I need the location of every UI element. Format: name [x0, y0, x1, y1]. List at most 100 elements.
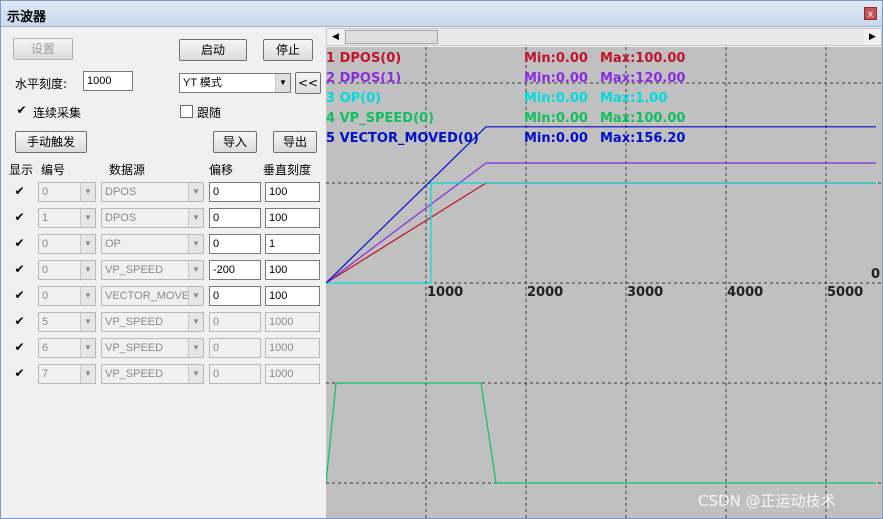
chevron-down-icon: ▼ — [80, 261, 95, 279]
channel-show-checkbox[interactable]: ✔ — [13, 341, 26, 354]
scroll-right-icon[interactable]: ▶ — [864, 29, 881, 45]
mode-select[interactable]: YT 模式 ▼ — [179, 73, 291, 93]
x-tick-label: 0 — [871, 267, 880, 282]
scope-scrollbar[interactable]: ◀ ▶ — [326, 28, 882, 46]
chevron-down-icon: ▼ — [80, 209, 95, 227]
settings-button[interactable]: 设置 — [13, 38, 73, 60]
channel-number-value: 0 — [42, 264, 49, 276]
horizontal-scale-input[interactable]: 1000 — [83, 71, 133, 91]
close-icon[interactable]: x — [864, 7, 877, 20]
channel-source-select[interactable]: VECTOR_MOVED ▼ — [101, 286, 204, 306]
channel-scale-input[interactable]: 100 — [265, 286, 320, 306]
legend-max: Max:100.00 — [600, 111, 685, 126]
import-button[interactable]: 导入 — [213, 131, 257, 153]
chevron-down-icon: ▼ — [188, 365, 203, 383]
channel-source-select[interactable]: VP_SPEED ▼ — [101, 312, 204, 332]
oscilloscope-window: 示波器 x 设置 启动 停止 水平刻度: 1000 YT 模式 ▼ << ✔ 连… — [0, 0, 883, 519]
channel-number-value: 5 — [42, 316, 49, 328]
window-title: 示波器 — [7, 10, 47, 25]
chevron-down-icon: ▼ — [80, 365, 95, 383]
scroll-left-icon[interactable]: ◀ — [327, 29, 344, 45]
manual-trigger-button[interactable]: 手动触发 — [15, 131, 87, 153]
channel-scale-input[interactable]: 100 — [265, 208, 320, 228]
follow-checkbox[interactable] — [180, 105, 193, 118]
channel-number-select[interactable]: 7 ▼ — [38, 364, 96, 384]
channel-number-select[interactable]: 0 ▼ — [38, 182, 96, 202]
channel-offset-input[interactable]: 0 — [209, 364, 261, 384]
series-line-2 — [325, 162, 876, 284]
channel-offset-input[interactable]: -200 — [209, 260, 261, 280]
channel-show-checkbox[interactable]: ✔ — [13, 185, 26, 198]
channel-show-checkbox[interactable]: ✔ — [13, 315, 26, 328]
legend-max: Max:156.20 — [600, 131, 685, 146]
x-tick-label: 4000 — [727, 285, 763, 300]
continuous-checkbox[interactable]: ✔ — [15, 104, 28, 117]
legend-min: Min:0.00 — [524, 91, 588, 106]
channel-show-checkbox[interactable]: ✔ — [13, 289, 26, 302]
channel-number-value: 7 — [42, 368, 49, 380]
channel-show-checkbox[interactable]: ✔ — [13, 263, 26, 276]
channel-scale-input[interactable]: 1 — [265, 234, 320, 254]
channel-number-value: 6 — [42, 342, 49, 354]
series-line-1 — [325, 182, 876, 284]
channel-number-value: 0 — [42, 290, 49, 302]
channel-source-select[interactable]: DPOS ▼ — [101, 182, 204, 202]
chevron-down-icon: ▼ — [188, 261, 203, 279]
scope-display[interactable]: 0 1000 2000 3000 4000 5000 1 DPOS(0) Min:0.00 Ma… — [325, 47, 882, 518]
mode-select-value: YT 模式 — [183, 77, 222, 89]
channel-offset-input[interactable]: 0 — [209, 312, 261, 332]
series-line-4 — [325, 382, 876, 484]
x-tick-label: 5000 — [827, 285, 863, 300]
channel-show-checkbox[interactable]: ✔ — [13, 211, 26, 224]
channel-number-value: 1 — [42, 212, 49, 224]
channel-source-select[interactable]: OP ▼ — [101, 234, 204, 254]
watermark-text: CSDN @正运动技术 — [698, 492, 836, 510]
export-button[interactable]: 导出 — [273, 131, 317, 153]
title-bar: 示波器 x — [1, 1, 882, 27]
channel-number-select[interactable]: 0 ▼ — [38, 260, 96, 280]
legend-label: 5 VECTOR_MOVED(0) — [326, 131, 479, 146]
x-tick-label: 2000 — [527, 285, 563, 300]
chevron-down-icon: ▼ — [188, 313, 203, 331]
channel-scale-input[interactable]: 100 — [265, 182, 320, 202]
channel-offset-input[interactable]: 0 — [209, 182, 261, 202]
channel-source-select[interactable]: VP_SPEED ▼ — [101, 260, 204, 280]
stop-button[interactable]: 停止 — [263, 39, 313, 61]
header-offset: 偏移 — [209, 163, 234, 177]
legend-label: 1 DPOS(0) — [326, 51, 401, 66]
channel-source-value: OP — [105, 238, 121, 250]
start-button[interactable]: 启动 — [179, 39, 247, 61]
channel-source-value: VP_SPEED — [105, 264, 164, 276]
channel-number-select[interactable]: 6 ▼ — [38, 338, 96, 358]
channel-number-select[interactable]: 1 ▼ — [38, 208, 96, 228]
collapse-button[interactable]: << — [295, 72, 321, 94]
chevron-down-icon: ▼ — [80, 339, 95, 357]
header-source: 数据源 — [109, 163, 146, 177]
scope-chart: 0 1000 2000 3000 4000 5000 1 DPOS(0) Min:0.00 Ma… — [325, 47, 882, 518]
channel-source-select[interactable]: VP_SPEED ▼ — [101, 364, 204, 384]
chevron-down-icon: ▼ — [80, 235, 95, 253]
chevron-down-icon: ▼ — [188, 235, 203, 253]
channel-offset-input[interactable]: 0 — [209, 338, 261, 358]
chevron-down-icon: ▼ — [188, 339, 203, 357]
channel-number-select[interactable]: 0 ▼ — [38, 234, 96, 254]
legend-label: 4 VP_SPEED(0) — [326, 111, 434, 126]
legend-min: Min:0.00 — [524, 111, 588, 126]
channel-scale-input[interactable]: 1000 — [265, 338, 320, 358]
channel-scale-input[interactable]: 1000 — [265, 364, 320, 384]
channel-offset-input[interactable]: 0 — [209, 208, 261, 228]
scroll-thumb[interactable] — [345, 30, 438, 44]
channel-scale-input[interactable]: 1000 — [265, 312, 320, 332]
x-tick-label: 1000 — [427, 285, 463, 300]
channel-number-select[interactable]: 5 ▼ — [38, 312, 96, 332]
channel-scale-input[interactable]: 100 — [265, 260, 320, 280]
legend-label: 2 DPOS(1) — [326, 71, 401, 86]
channel-source-select[interactable]: DPOS ▼ — [101, 208, 204, 228]
channel-offset-input[interactable]: 0 — [209, 286, 261, 306]
legend-label: 3 OP(0) — [326, 91, 381, 106]
channel-offset-input[interactable]: 0 — [209, 234, 261, 254]
channel-number-select[interactable]: 0 ▼ — [38, 286, 96, 306]
channel-show-checkbox[interactable]: ✔ — [13, 237, 26, 250]
channel-show-checkbox[interactable]: ✔ — [13, 367, 26, 380]
channel-source-select[interactable]: VP_SPEED ▼ — [101, 338, 204, 358]
